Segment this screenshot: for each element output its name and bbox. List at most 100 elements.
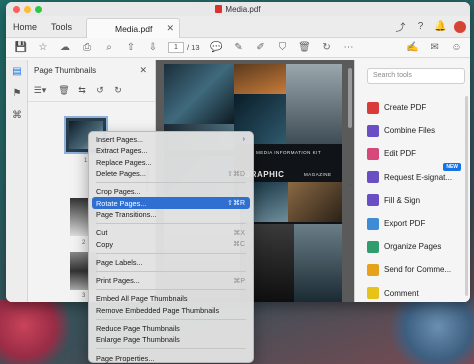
send-for-comments-icon <box>367 263 379 276</box>
thumbnails-title: Page Thumbnails <box>34 65 97 75</box>
print-icon[interactable]: ⎙ <box>76 39 98 57</box>
menu-print-pages[interactable]: Print Pages... ⌘P <box>89 275 253 286</box>
menu-item-label: Page Transitions... <box>96 209 157 219</box>
options-menu-icon[interactable]: ☰▾ <box>33 84 47 98</box>
desktop-wallpaper <box>0 300 80 364</box>
submenu-chevron-icon: › <box>242 136 245 144</box>
notification-bell-icon[interactable]: 🔔 <box>434 20 447 33</box>
menu-enlarge-thumbnails[interactable]: Enlarge Page Thumbnails <box>89 334 253 345</box>
tool-fill-sign[interactable]: Fill & Sign <box>367 189 467 212</box>
edit-pdf-icon <box>367 147 379 160</box>
menu-replace-pages[interactable]: Replace Pages... <box>89 157 253 168</box>
rotate-right-icon[interactable]: ↻ <box>111 84 125 98</box>
left-navigation-rail: ▤ ⚑ ⌘ <box>6 60 28 302</box>
comment-tool-icon <box>367 287 379 300</box>
menu-separator <box>96 270 246 272</box>
menu-item-label: Embed All Page Thumbnails <box>96 294 188 304</box>
window-title: Media.pdf <box>225 4 261 14</box>
account-icon[interactable]: ☺ <box>446 39 468 57</box>
menu-home[interactable]: Home <box>6 22 44 32</box>
close-window-button[interactable] <box>13 6 20 13</box>
replace-page-icon[interactable]: ⇆ <box>75 84 89 98</box>
tool-label: Comment <box>384 288 419 298</box>
bookmarks-icon[interactable]: ⚑ <box>6 82 28 104</box>
menu-delete-pages[interactable]: Delete Pages... ⇧⌘D <box>89 168 253 179</box>
menu-item-label: Page Properties... <box>96 353 155 363</box>
menu-item-label: Page Labels... <box>96 257 143 267</box>
page-thumbnail-label: 2 <box>82 240 86 246</box>
menu-rotate-pages[interactable]: Rotate Pages... ⇧⌘R <box>92 197 250 209</box>
menu-item-label: Rotate Pages... <box>96 198 147 208</box>
doc-photo <box>286 64 342 144</box>
menu-tools[interactable]: Tools <box>44 22 79 32</box>
search-icon[interactable]: ⌕ <box>98 39 120 57</box>
tools-pane-scrollbar[interactable] <box>465 96 468 296</box>
menu-remove-embedded-thumbnails[interactable]: Remove Embedded Page Thumbnails <box>89 305 253 316</box>
save-icon[interactable]: 💾 <box>10 39 32 57</box>
app-menubar: Home Tools Media.pdf ✕ ⤴ ? 🔔 <box>6 16 470 38</box>
page-number-input[interactable]: 1 <box>168 42 184 53</box>
mail-icon[interactable]: ✉ <box>424 39 446 57</box>
delete-icon[interactable]: 🗑 <box>294 39 316 57</box>
menu-page-labels[interactable]: Page Labels... <box>89 257 253 268</box>
menu-crop-pages[interactable]: Crop Pages... <box>89 186 253 197</box>
tool-organize-pages[interactable]: Organize Pages <box>367 235 467 258</box>
thumbnails-header: Page Thumbnails ✕ <box>28 60 155 80</box>
more-icon[interactable]: ⋯ <box>338 39 360 57</box>
sign-icon[interactable]: ✍ <box>402 39 424 57</box>
next-page-icon[interactable]: ⇩ <box>142 39 164 57</box>
minimize-window-button[interactable] <box>24 6 31 13</box>
tool-export-pdf[interactable]: Export PDF <box>367 212 467 235</box>
tool-label: Organize Pages <box>384 242 442 252</box>
help-icon[interactable]: ? <box>414 20 427 33</box>
title-bar: Media.pdf <box>6 2 470 16</box>
comment-icon[interactable]: 💬 <box>206 39 228 57</box>
menu-embed-thumbnails[interactable]: Embed All Page Thumbnails <box>89 293 253 304</box>
document-scrollbar[interactable] <box>348 68 352 128</box>
rotate-icon[interactable]: ↻ <box>316 39 338 57</box>
menu-extract-pages[interactable]: Extract Pages... <box>89 145 253 156</box>
menu-item-label: Remove Embedded Page Thumbnails <box>96 305 220 315</box>
page-thumbnail-label: 3 <box>82 293 86 299</box>
tools-list: Create PDF Combine Files Edit PDF NEW Re… <box>367 96 467 302</box>
menu-page-properties[interactable]: Page Properties... <box>89 352 253 363</box>
bookmark-star-icon[interactable]: ☆ <box>32 39 54 57</box>
menu-copy[interactable]: Copy ⌘C <box>89 238 253 249</box>
tool-comment[interactable]: Comment <box>367 282 467 303</box>
tool-create-pdf[interactable]: Create PDF <box>367 96 467 119</box>
stamp-icon[interactable]: ⛉ <box>272 39 294 57</box>
window-title-wrap: Media.pdf <box>215 4 261 14</box>
highlight-pen-icon[interactable]: ✎ <box>228 39 250 57</box>
collapse-pane-icon[interactable]: ▸ <box>347 178 354 192</box>
menu-item-label: Cut <box>96 228 108 238</box>
user-avatar[interactable] <box>454 20 466 33</box>
document-tab[interactable]: Media.pdf ✕ <box>86 18 180 38</box>
pdf-file-icon <box>215 5 223 13</box>
menu-item-label: Enlarge Page Thumbnails <box>96 335 180 345</box>
tool-request-esignatures[interactable]: NEW Request E-signat... <box>367 162 467 189</box>
menu-reduce-thumbnails[interactable]: Reduce Page Thumbnails <box>89 323 253 334</box>
new-badge: NEW <box>443 162 461 171</box>
tool-combine-files[interactable]: Combine Files <box>367 119 467 142</box>
menu-insert-pages[interactable]: Insert Pages... › <box>89 134 253 145</box>
delete-page-icon[interactable]: 🗑 <box>57 84 71 98</box>
zoom-window-button[interactable] <box>35 6 42 13</box>
thumbnails-toolbar: ☰▾ 🗑 ⇆ ↺ ↻ <box>28 80 155 102</box>
menu-shortcut: ⇧⌘R <box>227 200 245 208</box>
search-tools-input[interactable]: Search tools <box>367 68 465 84</box>
tool-send-for-comments[interactable]: Send for Comme... <box>367 258 467 281</box>
menu-separator <box>96 348 246 350</box>
upload-cloud-icon[interactable]: ☁ <box>54 39 76 57</box>
draw-icon[interactable]: ✐ <box>250 39 272 57</box>
attachments-icon[interactable]: ⌘ <box>6 104 28 126</box>
menu-page-transitions[interactable]: Page Transitions... <box>89 209 253 220</box>
menu-item-label: Replace Pages... <box>96 157 152 167</box>
page-thumbnails-icon[interactable]: ▤ <box>6 60 28 82</box>
share-icon[interactable]: ⤴ <box>394 20 407 34</box>
previous-page-icon[interactable]: ⇧ <box>120 39 142 57</box>
page-thumbnail-label: 1 <box>84 158 88 164</box>
menu-cut[interactable]: Cut ⌘X <box>89 227 253 238</box>
rotate-left-icon[interactable]: ↺ <box>93 84 107 98</box>
close-panel-icon[interactable]: ✕ <box>139 65 147 76</box>
close-tab-icon[interactable]: ✕ <box>166 23 174 34</box>
